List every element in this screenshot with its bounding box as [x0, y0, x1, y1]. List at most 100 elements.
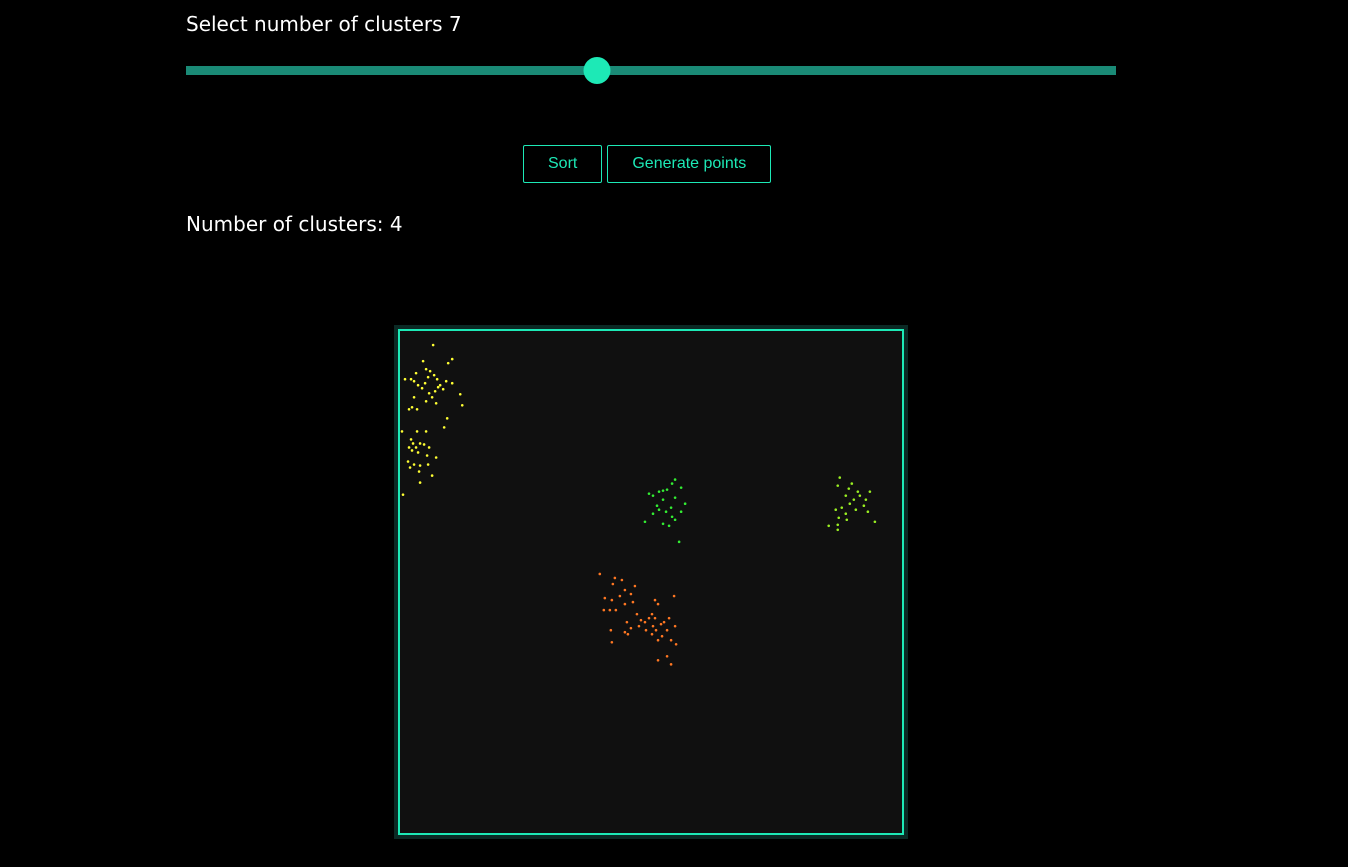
data-point: [644, 628, 648, 632]
data-point: [651, 494, 655, 497]
data-point: [445, 417, 449, 420]
data-point: [651, 624, 655, 628]
data-point: [438, 383, 442, 387]
data-point: [427, 391, 431, 395]
data-point: [657, 490, 661, 493]
data-point: [840, 506, 844, 510]
data-point: [623, 630, 627, 634]
data-point: [683, 502, 687, 505]
sort-button[interactable]: Sort: [523, 145, 603, 183]
cluster-3: [827, 476, 877, 532]
data-point: [669, 506, 673, 510]
data-point: [418, 481, 422, 484]
data-point: [856, 490, 860, 493]
data-point: [873, 520, 877, 524]
data-point: [679, 486, 683, 489]
data-point: [637, 624, 641, 628]
data-point: [610, 598, 614, 602]
data-point: [446, 361, 450, 365]
data-point: [415, 408, 419, 411]
data-point: [403, 377, 407, 381]
data-point: [414, 371, 418, 375]
data-point: [434, 401, 438, 405]
data-point: [412, 379, 416, 383]
data-point: [673, 518, 677, 522]
data-point: [653, 598, 657, 602]
data-point: [609, 628, 613, 632]
data-point: [418, 464, 422, 467]
data-point: [430, 395, 434, 399]
data-point: [428, 369, 432, 373]
data-point: [631, 600, 635, 604]
data-point: [434, 456, 438, 459]
data-point: [400, 430, 404, 433]
data-point: [401, 493, 405, 496]
data-point: [665, 488, 669, 491]
data-point: [654, 628, 658, 632]
data-point: [862, 504, 866, 507]
data-point: [665, 654, 669, 658]
data-point: [618, 594, 622, 598]
data-point: [623, 588, 627, 592]
data-point: [669, 638, 673, 642]
data-point: [847, 487, 851, 490]
data-point: [854, 508, 858, 512]
data-point: [423, 381, 427, 385]
data-point: [834, 508, 838, 512]
data-point: [629, 626, 633, 630]
data-point: [424, 367, 428, 371]
data-point: [418, 442, 422, 445]
data-point: [424, 430, 428, 433]
data-point: [424, 399, 428, 403]
data-point: [613, 576, 617, 580]
data-point: [657, 508, 661, 512]
data-point: [673, 478, 677, 481]
cluster-4: [598, 572, 678, 666]
generate-points-button[interactable]: Generate points: [607, 145, 772, 183]
data-point: [635, 612, 639, 616]
data-point: [433, 389, 437, 393]
data-point: [660, 634, 664, 638]
data-point: [647, 492, 651, 495]
data-point: [450, 357, 454, 361]
data-point: [643, 520, 647, 524]
data-point: [852, 498, 856, 501]
data-point: [670, 515, 674, 519]
data-point: [844, 494, 848, 497]
data-point: [655, 504, 659, 507]
data-point: [422, 443, 426, 446]
data-point: [458, 392, 462, 396]
data-point: [598, 572, 602, 576]
button-row: Sort Generate points: [523, 145, 772, 183]
data-point: [412, 463, 416, 466]
data-point: [406, 460, 410, 463]
data-point: [667, 524, 671, 528]
cluster-2: [643, 478, 687, 544]
data-point: [656, 659, 660, 662]
data-point: [414, 446, 418, 449]
data-point: [643, 620, 647, 624]
data-point: [858, 494, 862, 497]
data-point: [679, 510, 683, 514]
plot-canvas[interactable]: [398, 329, 904, 835]
slider-label: Select number of clusters 7: [186, 12, 462, 36]
data-point: [661, 489, 665, 492]
cluster-count-slider[interactable]: [186, 57, 1116, 84]
data-point: [610, 640, 614, 644]
data-point: [432, 373, 436, 377]
data-point: [426, 375, 430, 379]
slider-thumb[interactable]: [583, 57, 611, 84]
data-point: [665, 628, 669, 632]
data-point: [651, 512, 655, 516]
data-point: [410, 449, 414, 452]
scatter-plot: [400, 343, 877, 666]
data-point: [866, 510, 870, 514]
data-point: [602, 608, 606, 612]
data-point: [656, 638, 660, 642]
data-point: [614, 608, 618, 612]
data-point: [669, 663, 673, 666]
data-point: [639, 618, 643, 622]
data-point: [662, 620, 666, 624]
data-point: [674, 642, 678, 646]
data-point: [603, 596, 607, 600]
